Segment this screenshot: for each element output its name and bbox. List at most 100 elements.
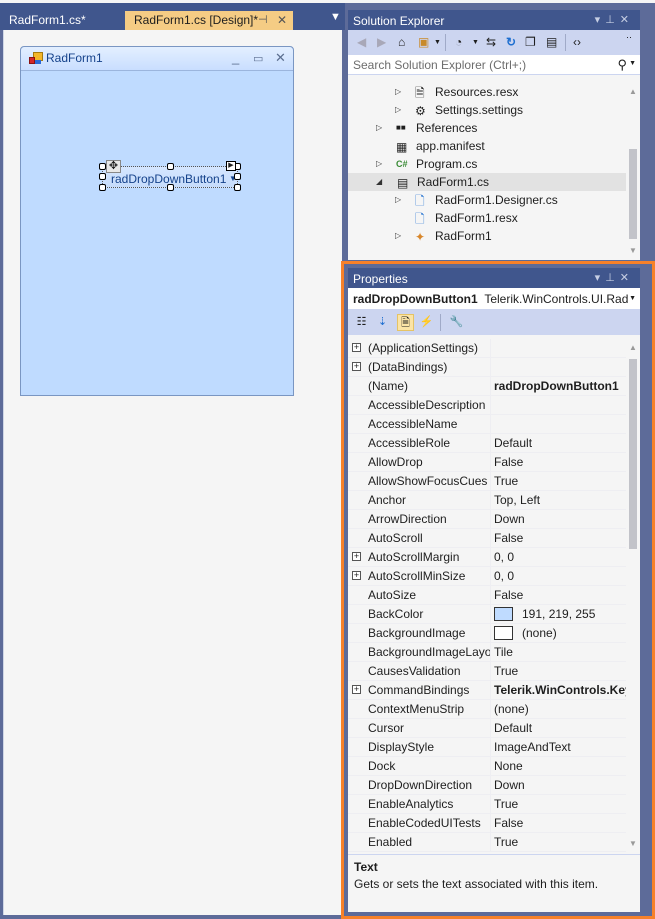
dropdown-icon[interactable]: ▾ <box>595 272 606 284</box>
property-value[interactable] <box>494 339 626 357</box>
close-icon[interactable]: ✕ <box>620 272 634 284</box>
property-value[interactable]: (none) <box>494 700 626 718</box>
object-selector[interactable]: radDropDownButton1 Telerik.WinControls.U… <box>348 288 640 310</box>
expand-plus-icon[interactable]: + <box>352 362 361 371</box>
pin-icon[interactable]: ⊥ <box>605 14 620 26</box>
property-value[interactable]: 191, 219, 255 <box>494 605 626 623</box>
property-value[interactable]: radDropDownButton1 <box>494 377 626 395</box>
property-row[interactable]: (Name) radDropDownButton1 <box>348 377 626 396</box>
view-code-icon[interactable]: ‹› <box>573 35 581 49</box>
resize-handle[interactable] <box>234 173 241 180</box>
expand-plus-icon[interactable]: + <box>352 571 361 580</box>
property-row[interactable]: DropDownDirection Down <box>348 776 626 795</box>
solution-explorer-search[interactable]: Search Solution Explorer (Ctrl+;) ⚲ ▼ <box>348 55 640 75</box>
property-value[interactable]: False <box>494 586 626 604</box>
close-icon[interactable]: ✕ <box>277 11 287 30</box>
property-row[interactable]: CausesValidation True <box>348 662 626 681</box>
scroll-up-icon[interactable]: ▲ <box>629 343 637 352</box>
expand-icon[interactable]: ▷ <box>395 83 401 101</box>
expand-plus-icon[interactable]: + <box>352 552 361 561</box>
property-pages-icon[interactable]: 🔧 <box>448 314 465 331</box>
tab-overflow-icon[interactable]: ▼ <box>330 11 341 23</box>
radform-window[interactable]: RadForm1 _ ▭ ✕ radDropDownButton1 ▼ ✥ ▶ <box>20 46 294 396</box>
expand-icon[interactable]: ▷ <box>395 227 401 245</box>
property-value[interactable]: Tile <box>494 643 626 661</box>
property-row[interactable]: AllowShowFocusCues True <box>348 472 626 491</box>
property-row[interactable]: ContextMenuStrip (none) <box>348 700 626 719</box>
property-row[interactable]: + AutoScrollMargin 0, 0 <box>348 548 626 567</box>
resize-handle[interactable] <box>167 163 174 170</box>
sync-icon[interactable]: ⇆ <box>486 35 496 49</box>
property-row[interactable]: AccessibleDescription <box>348 396 626 415</box>
dropdown-icon[interactable]: ▾ <box>595 14 606 26</box>
search-icon[interactable]: ⚲ <box>617 57 627 73</box>
rad-dropdown-button[interactable]: radDropDownButton1 ▼ ✥ ▶ <box>99 160 241 191</box>
property-row[interactable]: + (ApplicationSettings) <box>348 339 626 358</box>
property-value[interactable] <box>494 396 626 414</box>
categorized-icon[interactable]: ☷ <box>353 314 370 331</box>
property-row[interactable]: AutoSize False <box>348 586 626 605</box>
property-row[interactable]: + CommandBindings Telerik.WinControls.Key <box>348 681 626 700</box>
smart-tag-icon[interactable]: ▶ <box>226 161 236 171</box>
property-row[interactable]: Dock None <box>348 757 626 776</box>
property-value[interactable]: False <box>494 453 626 471</box>
move-icon[interactable]: ✥ <box>106 160 121 173</box>
property-grid-scrollbar[interactable]: ▲ ▼ <box>626 339 640 852</box>
property-value[interactable]: 0, 0 <box>494 567 626 585</box>
collapse-all-icon[interactable]: ❐ <box>525 35 536 49</box>
property-row[interactable]: ArrowDirection Down <box>348 510 626 529</box>
tab-radform1-code[interactable]: RadForm1.cs* <box>0 11 124 30</box>
property-value[interactable]: False <box>494 529 626 547</box>
property-row[interactable]: BackColor 191, 219, 255 <box>348 605 626 624</box>
solution-explorer-scrollbar[interactable]: ▲ ▼ <box>626 83 640 260</box>
resize-handle[interactable] <box>99 184 106 191</box>
pending-changes-filter-icon[interactable]: ◔ <box>455 35 462 49</box>
switch-views-icon[interactable]: ▣ <box>418 35 429 49</box>
scroll-thumb[interactable] <box>629 359 637 549</box>
property-value[interactable]: None <box>494 757 626 775</box>
property-value[interactable] <box>494 415 626 433</box>
alphabetical-icon[interactable]: ⇣ <box>374 314 391 331</box>
property-row[interactable]: EnableCodedUITests False <box>348 814 626 833</box>
expand-icon[interactable]: ▷ <box>395 101 401 119</box>
events-icon[interactable]: ⚡ <box>418 314 435 331</box>
property-value[interactable]: Default <box>494 434 626 452</box>
property-value[interactable]: Default <box>494 719 626 737</box>
resize-handle[interactable] <box>99 173 106 180</box>
property-value[interactable]: True <box>494 833 626 851</box>
close-icon[interactable]: ✕ <box>275 50 286 66</box>
pin-icon[interactable]: ⊥ <box>605 272 620 284</box>
expand-icon[interactable]: ▷ <box>376 155 382 173</box>
property-value[interactable]: True <box>494 662 626 680</box>
minimize-icon[interactable]: _ <box>232 50 239 65</box>
scroll-up-icon[interactable]: ▲ <box>629 87 637 96</box>
property-row[interactable]: AutoScroll False <box>348 529 626 548</box>
property-value[interactable]: Top, Left <box>494 491 626 509</box>
property-row[interactable]: Cursor Default <box>348 719 626 738</box>
scroll-thumb[interactable] <box>629 149 637 239</box>
show-all-files-icon[interactable]: ▤ <box>546 35 557 49</box>
properties-icon[interactable]: 🗎 <box>397 314 414 331</box>
expand-plus-icon[interactable]: + <box>352 685 361 694</box>
property-value[interactable]: False <box>494 814 626 832</box>
property-row[interactable]: EnableAnalytics True <box>348 795 626 814</box>
property-row[interactable]: BackgroundImage (none) <box>348 624 626 643</box>
property-row[interactable]: Anchor Top, Left <box>348 491 626 510</box>
pin-icon[interactable]: ⊣ <box>258 11 268 30</box>
tab-radform1-design[interactable]: RadForm1.cs [Design]* ⊣ ✕ <box>125 11 293 30</box>
scroll-down-icon[interactable]: ▼ <box>629 839 637 848</box>
scroll-down-icon[interactable]: ▼ <box>629 246 637 255</box>
expand-icon[interactable]: ▷ <box>395 191 401 209</box>
property-value[interactable]: 0, 0 <box>494 548 626 566</box>
property-value[interactable]: Down <box>494 510 626 528</box>
back-icon[interactable]: ◀ <box>357 35 366 49</box>
expand-plus-icon[interactable]: + <box>352 343 361 352</box>
property-row[interactable]: + AutoScrollMinSize 0, 0 <box>348 567 626 586</box>
property-row[interactable]: BackgroundImageLayo Tile <box>348 643 626 662</box>
property-row[interactable]: AccessibleRole Default <box>348 434 626 453</box>
resize-handle[interactable] <box>234 184 241 191</box>
property-row[interactable]: AllowDrop False <box>348 453 626 472</box>
toolbar-overflow-icon[interactable]: ‥ <box>626 30 632 41</box>
switch-views-dropdown-icon[interactable]: ▼ <box>434 39 441 46</box>
chevron-down-icon[interactable]: ▼ <box>629 295 636 302</box>
